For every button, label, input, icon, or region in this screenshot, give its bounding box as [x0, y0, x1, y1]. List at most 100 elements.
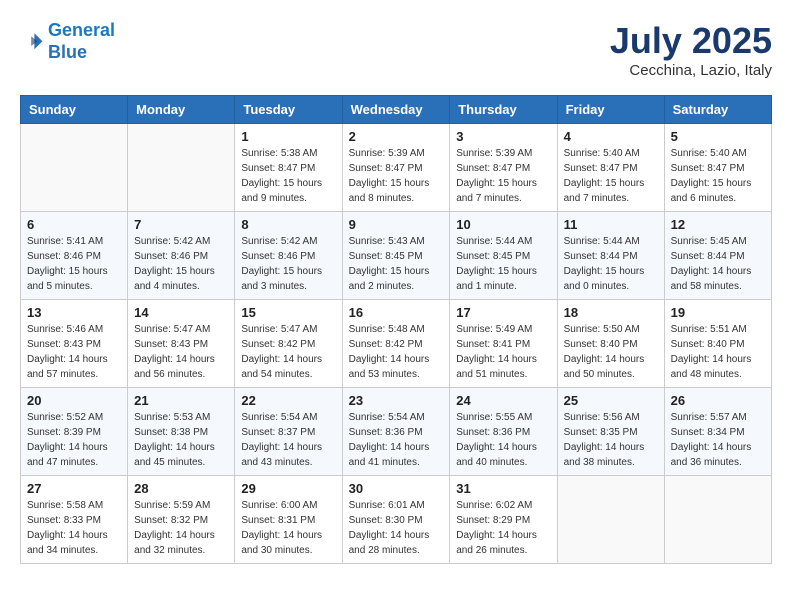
day-number: 16 — [349, 305, 444, 320]
calendar-cell: 12 Sunrise: 5:45 AM Sunset: 8:44 PM Dayli… — [664, 212, 771, 300]
calendar-cell: 7 Sunrise: 5:42 AM Sunset: 8:46 PM Daylig… — [128, 212, 235, 300]
calendar-cell: 15 Sunrise: 5:47 AM Sunset: 8:42 PM Dayli… — [235, 300, 342, 388]
calendar-cell: 31 Sunrise: 6:02 AM Sunset: 8:29 PM Dayli… — [450, 476, 557, 564]
day-number: 27 — [27, 481, 121, 496]
day-info: Sunrise: 5:55 AM Sunset: 8:36 PM Dayligh… — [456, 410, 550, 470]
day-number: 5 — [671, 129, 765, 144]
day-info: Sunrise: 5:47 AM Sunset: 8:43 PM Dayligh… — [134, 322, 228, 382]
day-number: 7 — [134, 217, 228, 232]
day-info: Sunrise: 5:49 AM Sunset: 8:41 PM Dayligh… — [456, 322, 550, 382]
day-info: Sunrise: 5:45 AM Sunset: 8:44 PM Dayligh… — [671, 234, 765, 294]
day-info: Sunrise: 5:40 AM Sunset: 8:47 PM Dayligh… — [564, 146, 658, 206]
day-number: 18 — [564, 305, 658, 320]
calendar-cell: 19 Sunrise: 5:51 AM Sunset: 8:40 PM Dayli… — [664, 300, 771, 388]
day-number: 9 — [349, 217, 444, 232]
day-number: 3 — [456, 129, 550, 144]
calendar-week-row: 27 Sunrise: 5:58 AM Sunset: 8:33 PM Dayli… — [21, 476, 772, 564]
weekday-header: Monday — [128, 96, 235, 124]
day-number: 30 — [349, 481, 444, 496]
day-info: Sunrise: 5:59 AM Sunset: 8:32 PM Dayligh… — [134, 498, 228, 558]
day-info: Sunrise: 5:39 AM Sunset: 8:47 PM Dayligh… — [456, 146, 550, 206]
calendar-cell — [664, 476, 771, 564]
day-info: Sunrise: 5:51 AM Sunset: 8:40 PM Dayligh… — [671, 322, 765, 382]
day-info: Sunrise: 5:44 AM Sunset: 8:45 PM Dayligh… — [456, 234, 550, 294]
month-title: July 2025 — [610, 20, 772, 62]
day-number: 15 — [241, 305, 335, 320]
day-info: Sunrise: 5:44 AM Sunset: 8:44 PM Dayligh… — [564, 234, 658, 294]
calendar-cell: 24 Sunrise: 5:55 AM Sunset: 8:36 PM Dayli… — [450, 388, 557, 476]
logo-icon — [20, 30, 44, 54]
day-info: Sunrise: 5:53 AM Sunset: 8:38 PM Dayligh… — [134, 410, 228, 470]
calendar-cell: 28 Sunrise: 5:59 AM Sunset: 8:32 PM Dayli… — [128, 476, 235, 564]
day-number: 14 — [134, 305, 228, 320]
calendar-cell: 13 Sunrise: 5:46 AM Sunset: 8:43 PM Dayli… — [21, 300, 128, 388]
day-info: Sunrise: 5:38 AM Sunset: 8:47 PM Dayligh… — [241, 146, 335, 206]
day-info: Sunrise: 5:54 AM Sunset: 8:36 PM Dayligh… — [349, 410, 444, 470]
day-info: Sunrise: 5:54 AM Sunset: 8:37 PM Dayligh… — [241, 410, 335, 470]
calendar-cell: 26Sunrise: 5:57 AM Sunset: 8:34 PM Dayli… — [664, 388, 771, 476]
day-number: 28 — [134, 481, 228, 496]
day-info: Sunrise: 5:46 AM Sunset: 8:43 PM Dayligh… — [27, 322, 121, 382]
calendar-cell: 29 Sunrise: 6:00 AM Sunset: 8:31 PM Dayli… — [235, 476, 342, 564]
day-number: 6 — [27, 217, 121, 232]
day-number: 11 — [564, 217, 658, 232]
calendar-cell: 5Sunrise: 5:40 AM Sunset: 8:47 PM Daylig… — [664, 124, 771, 212]
day-number: 31 — [456, 481, 550, 496]
location: Cecchina, Lazio, Italy — [610, 62, 772, 79]
day-info: Sunrise: 5:39 AM Sunset: 8:47 PM Dayligh… — [349, 146, 444, 206]
calendar-cell — [21, 124, 128, 212]
calendar-cell: 21 Sunrise: 5:53 AM Sunset: 8:38 PM Dayli… — [128, 388, 235, 476]
calendar-cell — [128, 124, 235, 212]
calendar-table: SundayMondayTuesdayWednesdayThursdayFrid… — [20, 95, 772, 564]
calendar-cell: 1Sunrise: 5:38 AM Sunset: 8:47 PM Daylig… — [235, 124, 342, 212]
calendar-week-row: 13 Sunrise: 5:46 AM Sunset: 8:43 PM Dayli… — [21, 300, 772, 388]
calendar-cell: 25Sunrise: 5:56 AM Sunset: 8:35 PM Dayli… — [557, 388, 664, 476]
day-number: 19 — [671, 305, 765, 320]
logo-text: General Blue — [48, 20, 115, 63]
day-number: 21 — [134, 393, 228, 408]
calendar-cell: 30Sunrise: 6:01 AM Sunset: 8:30 PM Dayli… — [342, 476, 450, 564]
day-number: 26 — [671, 393, 765, 408]
calendar-cell: 8Sunrise: 5:42 AM Sunset: 8:46 PM Daylig… — [235, 212, 342, 300]
weekday-header: Friday — [557, 96, 664, 124]
day-number: 20 — [27, 393, 121, 408]
day-number: 13 — [27, 305, 121, 320]
calendar-cell: 6 Sunrise: 5:41 AM Sunset: 8:46 PM Daylig… — [21, 212, 128, 300]
day-info: Sunrise: 5:52 AM Sunset: 8:39 PM Dayligh… — [27, 410, 121, 470]
page-header: General Blue July 2025 Cecchina, Lazio, … — [20, 20, 772, 79]
weekday-header: Sunday — [21, 96, 128, 124]
day-number: 12 — [671, 217, 765, 232]
calendar-cell: 3 Sunrise: 5:39 AM Sunset: 8:47 PM Daylig… — [450, 124, 557, 212]
calendar-cell: 23Sunrise: 5:54 AM Sunset: 8:36 PM Dayli… — [342, 388, 450, 476]
calendar-header-row: SundayMondayTuesdayWednesdayThursdayFrid… — [21, 96, 772, 124]
day-info: Sunrise: 5:47 AM Sunset: 8:42 PM Dayligh… — [241, 322, 335, 382]
day-info: Sunrise: 5:42 AM Sunset: 8:46 PM Dayligh… — [241, 234, 335, 294]
day-number: 2 — [349, 129, 444, 144]
weekday-header: Saturday — [664, 96, 771, 124]
day-number: 4 — [564, 129, 658, 144]
day-info: Sunrise: 5:41 AM Sunset: 8:46 PM Dayligh… — [27, 234, 121, 294]
calendar-cell: 10 Sunrise: 5:44 AM Sunset: 8:45 PM Dayli… — [450, 212, 557, 300]
title-area: July 2025 Cecchina, Lazio, Italy — [610, 20, 772, 79]
day-info: Sunrise: 6:00 AM Sunset: 8:31 PM Dayligh… — [241, 498, 335, 558]
day-info: Sunrise: 5:42 AM Sunset: 8:46 PM Dayligh… — [134, 234, 228, 294]
calendar-cell: 16Sunrise: 5:48 AM Sunset: 8:42 PM Dayli… — [342, 300, 450, 388]
day-info: Sunrise: 5:43 AM Sunset: 8:45 PM Dayligh… — [349, 234, 444, 294]
day-number: 22 — [241, 393, 335, 408]
calendar-cell: 27 Sunrise: 5:58 AM Sunset: 8:33 PM Dayli… — [21, 476, 128, 564]
calendar-cell: 2 Sunrise: 5:39 AM Sunset: 8:47 PM Daylig… — [342, 124, 450, 212]
day-number: 24 — [456, 393, 550, 408]
weekday-header: Tuesday — [235, 96, 342, 124]
calendar-cell: 17 Sunrise: 5:49 AM Sunset: 8:41 PM Dayli… — [450, 300, 557, 388]
calendar-cell: 11 Sunrise: 5:44 AM Sunset: 8:44 PM Dayli… — [557, 212, 664, 300]
calendar-cell: 14 Sunrise: 5:47 AM Sunset: 8:43 PM Dayli… — [128, 300, 235, 388]
day-info: Sunrise: 6:02 AM Sunset: 8:29 PM Dayligh… — [456, 498, 550, 558]
day-number: 29 — [241, 481, 335, 496]
weekday-header: Thursday — [450, 96, 557, 124]
day-number: 25 — [564, 393, 658, 408]
calendar-cell: 9 Sunrise: 5:43 AM Sunset: 8:45 PM Daylig… — [342, 212, 450, 300]
day-number: 10 — [456, 217, 550, 232]
calendar-week-row: 20 Sunrise: 5:52 AM Sunset: 8:39 PM Dayli… — [21, 388, 772, 476]
day-info: Sunrise: 5:58 AM Sunset: 8:33 PM Dayligh… — [27, 498, 121, 558]
day-number: 17 — [456, 305, 550, 320]
